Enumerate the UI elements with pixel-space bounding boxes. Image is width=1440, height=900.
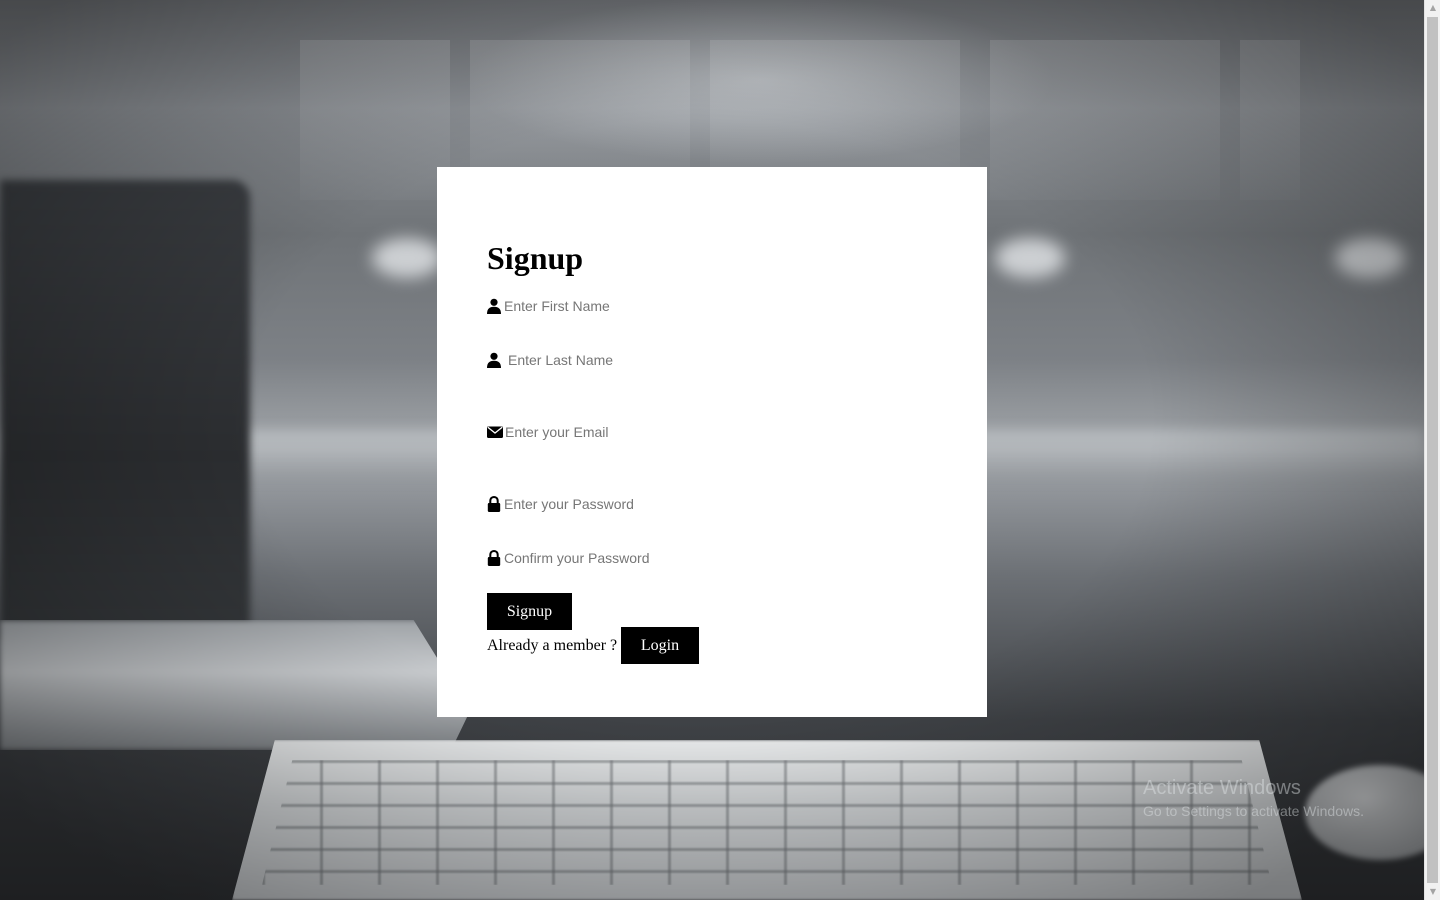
watermark-title: Activate Windows — [1143, 777, 1301, 799]
user-icon — [487, 298, 503, 314]
lock-icon — [487, 496, 503, 512]
email-input[interactable] — [503, 422, 885, 442]
already-member-text: Already a member ? — [487, 637, 618, 654]
signup-title: Signup — [487, 240, 584, 276]
password-field — [487, 493, 884, 515]
lock-icon — [487, 550, 503, 566]
activate-windows-watermark: Activate Windows Go to Settings to activ… — [1143, 776, 1364, 820]
vertical-scrollbar[interactable]: ▲ ▼ — [1424, 0, 1440, 900]
watermark-subtitle: Go to Settings to activate Windows. — [1143, 803, 1364, 819]
first-name-field — [487, 295, 884, 317]
confirm-password-field — [487, 547, 884, 569]
login-button[interactable]: Login — [621, 627, 699, 664]
signup-button[interactable]: Signup — [487, 593, 572, 630]
scroll-down-arrow-icon[interactable]: ▼ — [1425, 884, 1440, 900]
last-name-field — [487, 349, 888, 371]
last-name-input[interactable] — [503, 350, 888, 370]
scroll-thumb[interactable] — [1427, 17, 1438, 883]
scroll-up-arrow-icon[interactable]: ▲ — [1425, 0, 1440, 16]
signup-card: Signup Signup Already a member ? Login — [437, 167, 987, 717]
envelope-icon — [487, 424, 503, 440]
password-input[interactable] — [503, 494, 884, 514]
first-name-input[interactable] — [503, 296, 884, 316]
user-icon — [487, 352, 503, 368]
email-field — [487, 421, 885, 443]
confirm-password-input[interactable] — [503, 548, 884, 568]
